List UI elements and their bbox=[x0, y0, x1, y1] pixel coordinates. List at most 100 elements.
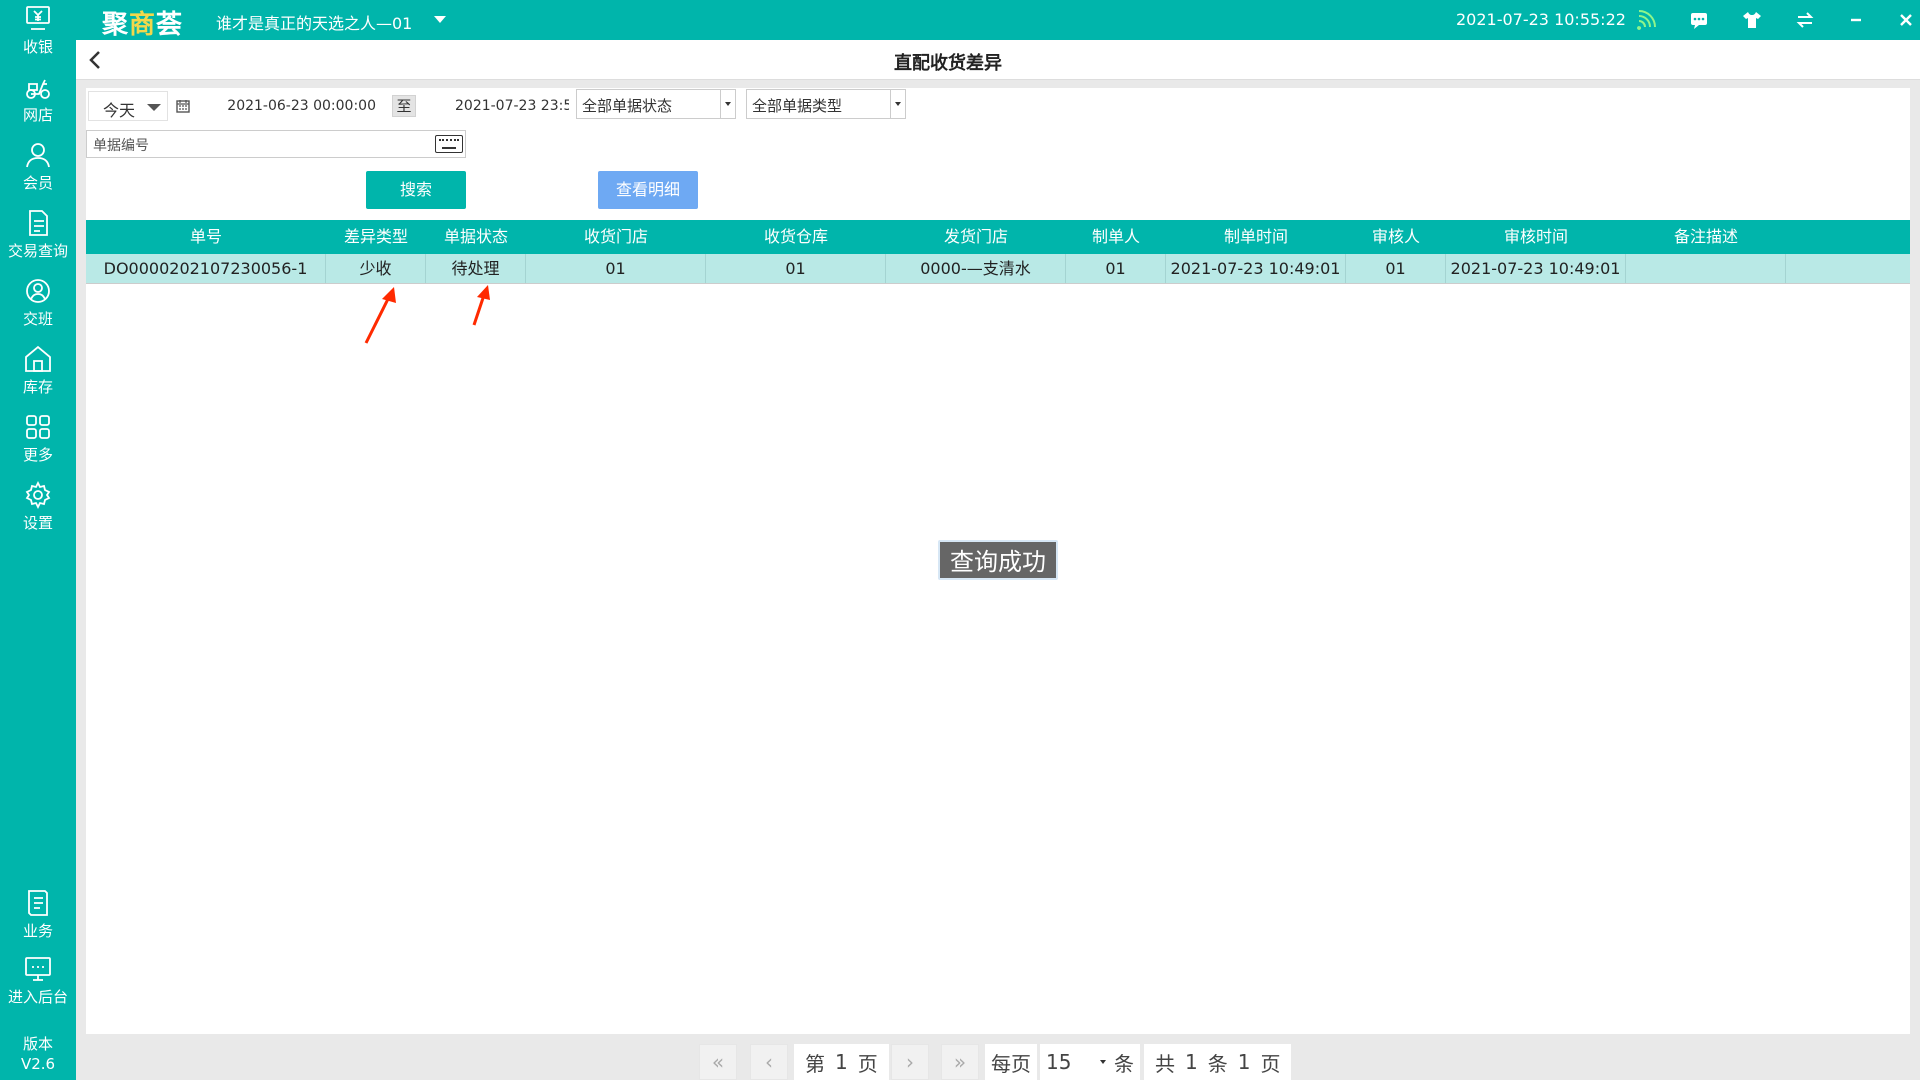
per-page-select[interactable]: 15 bbox=[1040, 1044, 1108, 1080]
cash-register-icon bbox=[26, 6, 50, 30]
sidebar-item-more[interactable]: 更多 bbox=[0, 412, 76, 476]
prev-page-button[interactable]: ‹ bbox=[750, 1044, 788, 1080]
sidebar-item-business[interactable]: 业务 bbox=[0, 888, 76, 952]
search-button[interactable]: 搜索 bbox=[366, 171, 466, 209]
sidebar-item-label: 交班 bbox=[22, 310, 53, 328]
sidebar-item-label: 业务 bbox=[22, 922, 53, 940]
column-header[interactable]: 审核时间 bbox=[1446, 220, 1626, 254]
toast-message: 查询成功 bbox=[938, 540, 1058, 580]
sidebar-item-online-store[interactable]: 网店 bbox=[0, 72, 76, 136]
column-header[interactable]: 收货仓库 bbox=[706, 220, 886, 254]
page-title: 直配收货差异 bbox=[894, 53, 1002, 74]
gear-icon bbox=[25, 480, 51, 510]
minimize-icon[interactable] bbox=[1844, 8, 1868, 32]
pagination: « ‹ 第1页 › » 每页 15 条 共1条1页 bbox=[0, 1034, 1920, 1080]
table-cell: 01 bbox=[1346, 254, 1446, 283]
sidebar-item-label: 库存 bbox=[22, 378, 53, 396]
column-header[interactable]: 单据状态 bbox=[426, 220, 526, 254]
monitor-icon bbox=[25, 957, 51, 981]
table-cell: 2021-07-23 10:49:01 bbox=[1166, 254, 1346, 283]
date-range-separator: 至 bbox=[392, 95, 416, 117]
column-header[interactable]: 备注描述 bbox=[1626, 220, 1786, 254]
grid-icon bbox=[26, 415, 50, 439]
chevron-down-icon[interactable] bbox=[434, 16, 446, 23]
sidebar-item-label: 收银 bbox=[22, 38, 53, 56]
per-page-unit: 条 bbox=[1108, 1044, 1140, 1080]
switch-icon[interactable] bbox=[1793, 8, 1817, 32]
calendar-icon[interactable] bbox=[172, 91, 194, 121]
column-header[interactable]: 制单人 bbox=[1066, 220, 1166, 254]
first-page-button[interactable]: « bbox=[699, 1044, 737, 1080]
warehouse-icon bbox=[25, 345, 51, 372]
document-number-input[interactable]: 单据编号 bbox=[86, 130, 466, 158]
double-chevron-right-icon: » bbox=[953, 1050, 967, 1074]
sidebar-item-shift[interactable]: 交班 bbox=[0, 276, 76, 340]
store-selector[interactable]: 谁才是真正的天选之人—01 bbox=[216, 10, 412, 34]
current-datetime: 2021-07-23 10:55:22 bbox=[1456, 10, 1626, 29]
sidebar-item-label: 会员 bbox=[22, 174, 53, 192]
column-header[interactable]: 制单时间 bbox=[1166, 220, 1346, 254]
member-icon bbox=[26, 143, 50, 168]
sidebar-item-member[interactable]: 会员 bbox=[0, 140, 76, 204]
dropdown-arrow-icon bbox=[890, 90, 905, 118]
column-header[interactable]: 审核人 bbox=[1346, 220, 1446, 254]
table-cell: 01 bbox=[1066, 254, 1166, 283]
app-logo: 聚商荟 bbox=[102, 10, 184, 40]
column-header[interactable]: 单号 bbox=[86, 220, 326, 254]
current-page-indicator: 第1页 bbox=[794, 1044, 889, 1080]
sidebar-item-transaction-query[interactable]: 交易查询 bbox=[0, 208, 76, 272]
annotation-arrow-icon bbox=[472, 285, 490, 326]
dropdown-arrow-icon bbox=[720, 90, 735, 118]
table-cell: 0000-—支清水 bbox=[886, 254, 1066, 283]
table-cell: 01 bbox=[706, 254, 886, 283]
double-chevron-left-icon: « bbox=[711, 1050, 725, 1074]
table-row[interactable]: DO0000202107230056-1 少收 待处理 01 01 0000-—… bbox=[86, 254, 1910, 284]
table-cell: 少收 bbox=[326, 254, 426, 283]
sidebar-item-backend[interactable]: 进入后台 bbox=[0, 954, 76, 1018]
column-header[interactable]: 发货门店 bbox=[886, 220, 1066, 254]
annotation-arrow-icon bbox=[364, 287, 396, 344]
discrepancy-table: 单号 差异类型 单据状态 收货门店 收货仓库 发货门店 制单人 制单时间 审核人… bbox=[86, 220, 1910, 284]
chevron-right-icon: › bbox=[906, 1050, 914, 1074]
sidebar-item-inventory[interactable]: 库存 bbox=[0, 344, 76, 408]
caret-down-icon bbox=[1100, 1060, 1106, 1064]
view-detail-button[interactable]: 查看明细 bbox=[598, 171, 698, 209]
table-cell bbox=[1626, 254, 1786, 283]
message-icon[interactable] bbox=[1687, 8, 1711, 32]
table-cell: 待处理 bbox=[426, 254, 526, 283]
main-panel: 今天 2021-06-23 00:00:00 至 2021-07-23 23:5… bbox=[86, 88, 1910, 1034]
business-book-icon bbox=[28, 890, 48, 916]
sidebar: 收银 网店 会员 交易查询 交班 库存 更多 设置 业务 进入后台 版本 V2.… bbox=[0, 0, 76, 1080]
start-date-input[interactable]: 2021-06-23 00:00:00 bbox=[206, 91, 376, 121]
document-status-select[interactable]: 全部单据状态 bbox=[576, 89, 736, 119]
column-header[interactable]: 收货门店 bbox=[526, 220, 706, 254]
sidebar-item-label: 进入后台 bbox=[7, 988, 68, 1006]
end-date-input[interactable]: 2021-07-23 23:59:59 bbox=[419, 91, 569, 121]
column-header[interactable]: 差异类型 bbox=[326, 220, 426, 254]
next-page-button[interactable]: › bbox=[891, 1044, 929, 1080]
caret-down-icon bbox=[147, 104, 161, 111]
table-cell: 01 bbox=[526, 254, 706, 283]
table-cell: DO0000202107230056-1 bbox=[86, 254, 326, 283]
per-page-label: 每页 bbox=[985, 1044, 1037, 1080]
signal-icon bbox=[1634, 8, 1658, 32]
theme-shirt-icon[interactable] bbox=[1740, 8, 1764, 32]
table-header: 单号 差异类型 单据状态 收货门店 收货仓库 发货门店 制单人 制单时间 审核人… bbox=[86, 220, 1910, 254]
sidebar-item-label: 交易查询 bbox=[7, 242, 68, 260]
date-preset-select[interactable]: 今天 bbox=[88, 91, 168, 121]
close-icon[interactable] bbox=[1894, 8, 1918, 32]
sidebar-item-cashier[interactable]: 收银 bbox=[0, 4, 76, 68]
shift-handover-icon bbox=[26, 279, 50, 303]
scooter-icon bbox=[26, 79, 50, 99]
document-type-select[interactable]: 全部单据类型 bbox=[746, 89, 906, 119]
table-cell: 2021-07-23 10:49:01 bbox=[1446, 254, 1626, 283]
last-page-button[interactable]: » bbox=[941, 1044, 979, 1080]
keyboard-icon[interactable] bbox=[435, 135, 463, 153]
top-bar: 聚商荟 谁才是真正的天选之人—01 2021-07-23 10:55:22 bbox=[76, 0, 1920, 40]
sidebar-item-settings[interactable]: 设置 bbox=[0, 480, 76, 544]
document-icon bbox=[29, 210, 48, 236]
sidebar-item-label: 更多 bbox=[22, 446, 53, 464]
sidebar-item-label: 设置 bbox=[22, 514, 53, 532]
sidebar-item-label: 网店 bbox=[22, 106, 53, 124]
title-bar: 直配收货差异 bbox=[76, 40, 1920, 80]
